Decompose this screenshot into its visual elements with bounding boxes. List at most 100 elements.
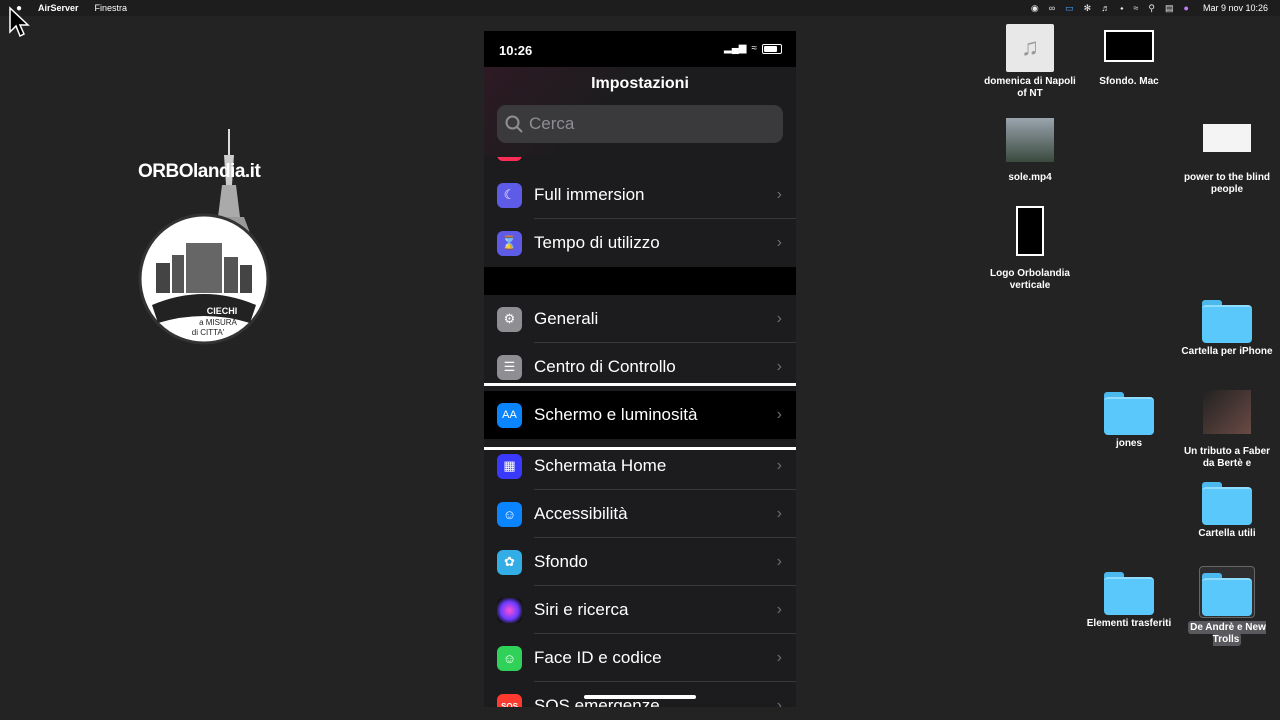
gear-icon: ⚙: [497, 306, 522, 332]
section-gap: [484, 267, 796, 295]
siri-icon: [497, 597, 522, 623]
menu-bar: ● AirServer Finestra ◉ ∞ ▭ ✻ ♬ ⬩ ≈ ⚲ ▤ ●…: [0, 0, 1280, 16]
battery-icon: [762, 43, 782, 54]
desktop-icon-label: Elementi trasferiti: [1086, 618, 1172, 629]
logo-title: ORBOlandia.it: [138, 161, 261, 182]
sos-icon: SOS: [497, 693, 522, 707]
desktop-icon-label: Un tributo a Faber da Bertè e: [1183, 446, 1271, 469]
image-file-icon: [1104, 30, 1154, 62]
row-label: Centro di Controllo: [534, 357, 676, 376]
folder-icon: [1202, 300, 1252, 343]
video-file-icon: [1006, 118, 1054, 162]
settings-row-full-immersion[interactable]: ☾ Full immersion ›: [484, 171, 796, 219]
desktop-icon-elementi-trasferiti[interactable]: Elementi trasferiti: [1081, 572, 1177, 630]
chevron-right-icon: ›: [776, 697, 782, 707]
status-time: 10:26: [499, 43, 533, 58]
chevron-right-icon: ›: [776, 553, 782, 570]
search-icon: [505, 115, 523, 133]
chevron-right-icon: ›: [776, 601, 782, 618]
spotlight-icon[interactable]: ⚲: [1148, 3, 1155, 14]
music-file-icon: ♫: [1006, 24, 1054, 72]
chevron-right-icon: ›: [776, 234, 782, 251]
image-file-icon: [1203, 124, 1251, 152]
chevron-right-icon: ›: [776, 505, 782, 522]
desktop-icon-logo-orbolandia[interactable]: Logo Orbolandia verticale: [982, 206, 1078, 292]
chevron-right-icon: ›: [776, 310, 782, 327]
desktop-icon-label: jones: [1115, 438, 1143, 449]
desktop-icon-de-andre-new-trolls[interactable]: De Andrè e New Trolls: [1179, 566, 1275, 646]
text-size-icon: AA: [497, 402, 522, 428]
video-file-icon: [1203, 390, 1251, 434]
desktop-icon-sole-mp4[interactable]: sole.mp4: [982, 118, 1078, 184]
airdrop-icon[interactable]: ✻: [1084, 3, 1092, 14]
search-placeholder: Cerca: [529, 114, 575, 133]
row-label: Schermo e luminosità: [534, 405, 698, 424]
desktop-icon-cartella-per-iphone[interactable]: Cartella per iPhone: [1179, 300, 1275, 358]
row-label: Generali: [534, 309, 599, 328]
settings-row-schermata-home[interactable]: ▦ Schermata Home ›: [484, 442, 796, 490]
app-menu[interactable]: AirServer: [38, 3, 79, 13]
bluetooth-icon[interactable]: ⬩: [1120, 3, 1123, 14]
settings-row-schermo-e-luminosita[interactable]: AA Schermo e luminosità ›: [484, 391, 796, 439]
flower-icon: ✿: [497, 549, 522, 575]
status-icons: ▂▄▆ ≈: [724, 43, 782, 54]
settings-row-generali[interactable]: ⚙ Generali ›: [484, 295, 796, 343]
partial-row: [484, 157, 796, 171]
image-file-icon: [1016, 206, 1044, 256]
ios-status-bar: 10:26 ▂▄▆ ≈: [484, 31, 796, 67]
status-menus: ◉ ∞ ▭ ✻ ♬ ⬩ ≈ ⚲ ▤ ● Mar 9 nov 10:26: [1031, 0, 1268, 16]
highlight-top-line: [484, 383, 796, 386]
row-label: Schermata Home: [534, 456, 667, 475]
desktop-icon-tributo-faber[interactable]: Un tributo a Faber da Bertè e: [1179, 390, 1275, 470]
folder-icon: [1104, 572, 1154, 615]
chevron-right-icon: ›: [776, 358, 782, 375]
chevron-right-icon: ›: [776, 457, 782, 474]
desktop-icon-sfondo-mac[interactable]: Sfondo. Mac: [1081, 30, 1177, 88]
desktop-icon-power-to-the-blind[interactable]: power to the blind people: [1179, 124, 1275, 196]
desktop-icon-label: Logo Orbolandia verticale: [990, 268, 1070, 291]
partial-row-icon: [497, 157, 522, 161]
menu-clock[interactable]: Mar 9 nov 10:26: [1203, 3, 1268, 13]
chevron-right-icon: ›: [776, 406, 782, 423]
desktop-icon-label: Cartella per iPhone: [1181, 346, 1273, 357]
settings-row-face-id[interactable]: ☺ Face ID e codice ›: [484, 634, 796, 682]
desktop-icon-label: power to the blind people: [1183, 172, 1271, 195]
folder-icon: [1104, 392, 1154, 435]
hourglass-icon: ⌛: [497, 230, 522, 256]
selection-highlight: [1199, 566, 1255, 618]
search-field[interactable]: Cerca: [497, 105, 783, 143]
accessibility-icon: ☺: [497, 501, 522, 527]
badge-text-1: CIECHI: [207, 306, 238, 316]
home-indicator[interactable]: [584, 695, 696, 699]
wifi-icon[interactable]: ≈: [1133, 3, 1138, 13]
siri-menu-icon[interactable]: ●: [1184, 3, 1189, 13]
volume-icon[interactable]: ♬: [1101, 3, 1110, 13]
settings-row-sfondo[interactable]: ✿ Sfondo ›: [484, 538, 796, 586]
desktop-icon-cartella-utili[interactable]: Cartella utili: [1179, 482, 1275, 540]
desktop-icon-jones[interactable]: jones: [1081, 392, 1177, 450]
mouse-cursor-icon: [9, 6, 30, 38]
folder-icon: [1202, 482, 1252, 525]
desktop-icon-domenica-di-napoli[interactable]: ♫ domenica di Napoli of NT: [982, 24, 1078, 100]
page-title: Impostazioni: [591, 75, 689, 92]
row-label: Tempo di utilizzo: [534, 233, 660, 252]
record-icon[interactable]: ◉: [1031, 3, 1039, 14]
settings-row-tempo-di-utilizzo[interactable]: ⌛ Tempo di utilizzo ›: [484, 219, 796, 267]
badge-text-3: di CITTA': [192, 328, 225, 337]
grid-icon: ▦: [497, 453, 522, 479]
settings-row-siri-e-ricerca[interactable]: Siri e ricerca ›: [484, 586, 796, 634]
chevron-right-icon: ›: [776, 186, 782, 203]
row-label: Accessibilità: [534, 504, 628, 523]
settings-row-accessibilita[interactable]: ☺ Accessibilità ›: [484, 490, 796, 538]
airserver-status-icon[interactable]: ▭: [1065, 3, 1074, 14]
control-center-icon[interactable]: ▤: [1165, 3, 1174, 14]
iphone-mirror-window: 10:26 ▂▄▆ ≈ Impostazioni Cerca ☾ Full im…: [484, 31, 796, 707]
orbolandia-logo: ORBOlandia.it CIECHI a MISURA di CITTA': [132, 125, 282, 355]
creative-cloud-icon[interactable]: ∞: [1049, 3, 1055, 13]
desktop-icon-label: sole.mp4: [1008, 172, 1052, 183]
folder-icon: [1202, 573, 1252, 616]
menu-finestra[interactable]: Finestra: [95, 3, 128, 13]
desktop-icon-label: domenica di Napoli of NT: [984, 76, 1076, 99]
signal-icon: ▂▄▆: [724, 43, 747, 54]
desktop-icon-label: Cartella utili: [1198, 528, 1256, 539]
